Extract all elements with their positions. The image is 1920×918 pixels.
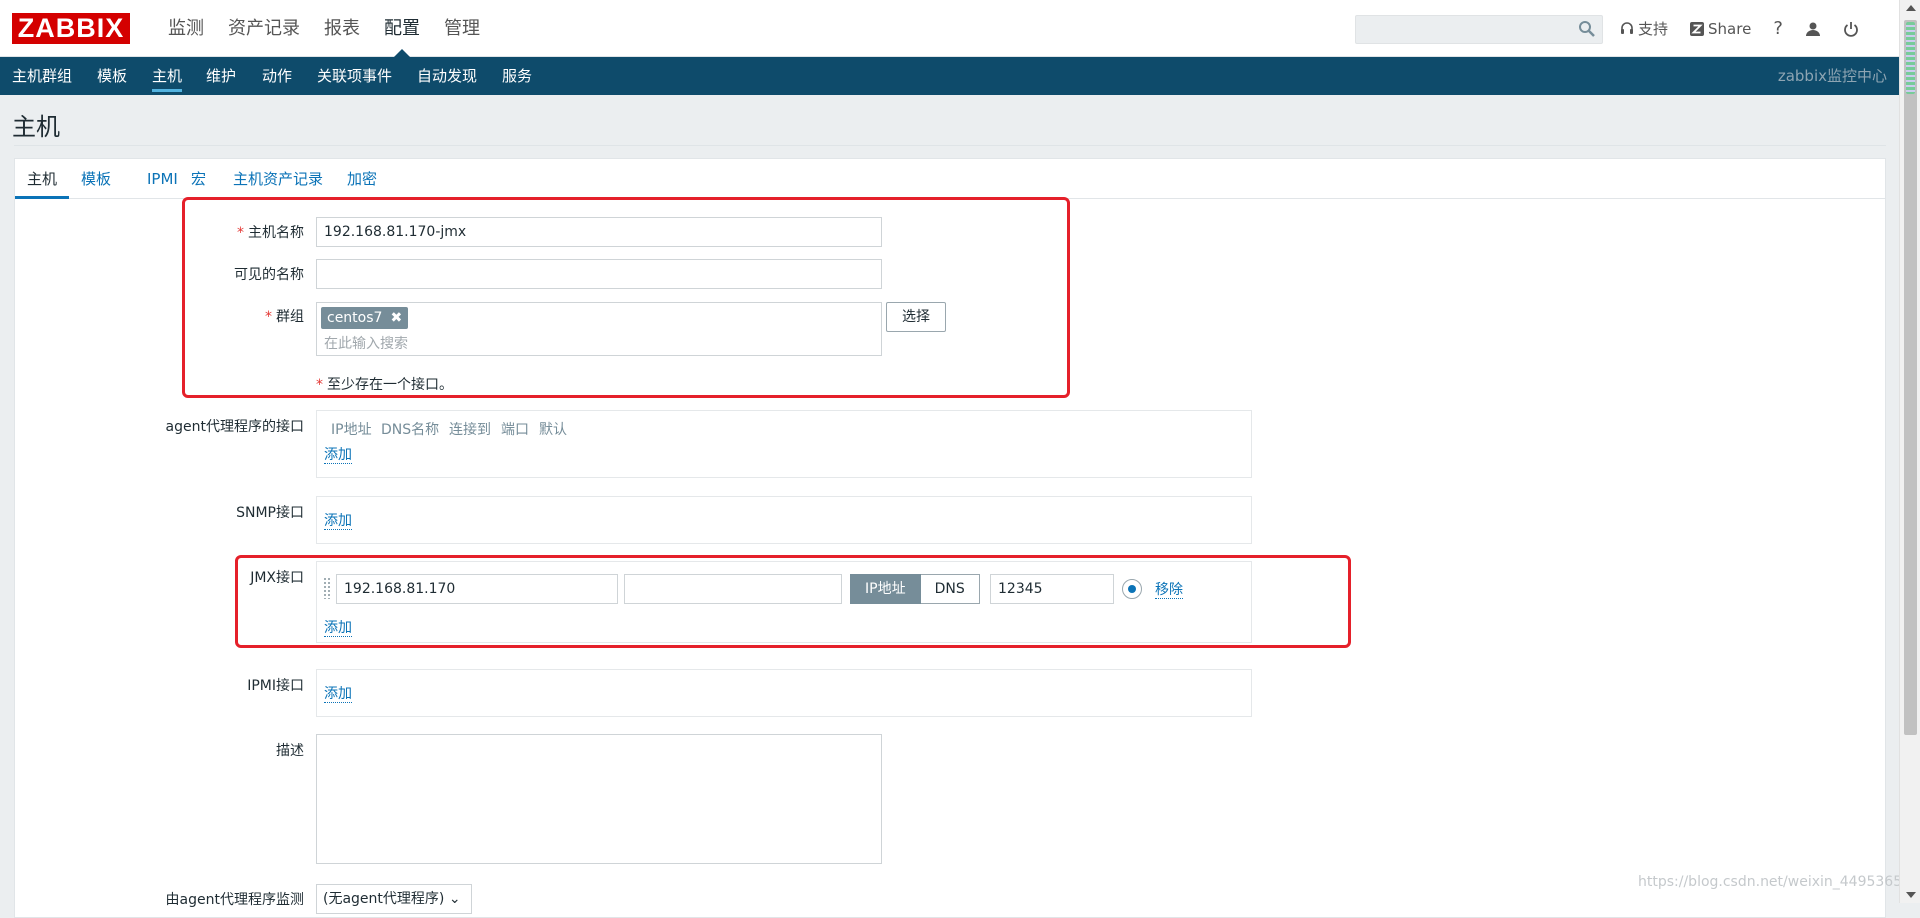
share-label: Share (1708, 19, 1752, 38)
ipmi-interface-box: 添加 (316, 669, 1252, 717)
page-title: 主机 (12, 113, 60, 141)
support-label: 支持 (1638, 20, 1669, 38)
title-divider (14, 145, 1886, 146)
agent-interface-box: IP地址 DNS名称 连接到 端口 默认 添加 (316, 410, 1252, 478)
ipmi-interface-label: IPMI接口 (247, 678, 304, 694)
share-link[interactable]: Share (1690, 20, 1751, 38)
add-agent-interface-link[interactable]: 添加 (324, 447, 352, 464)
annotation-highlight-jmx (235, 555, 1351, 648)
zabbix-logo[interactable]: ZABBIX (12, 13, 130, 44)
tab-host[interactable]: 主机 (15, 159, 70, 199)
menu-configuration[interactable]: 配置 (372, 0, 432, 57)
subnav-actions[interactable]: 动作 (262, 57, 292, 95)
tab-inventory[interactable]: 主机资产记录 (221, 159, 335, 199)
headset-icon (1621, 21, 1633, 34)
col-port: 端口 (501, 422, 529, 438)
snmp-interface-box: 添加 (316, 496, 1252, 544)
menu-reports[interactable]: 报表 (312, 0, 372, 57)
menu-inventory[interactable]: 资产记录 (216, 0, 312, 57)
top-links: 支持 Share ? (1620, 0, 1881, 57)
subnav-discovery[interactable]: 自动发现 (417, 57, 477, 95)
subnav-templates[interactable]: 模板 (97, 57, 127, 95)
menu-administration[interactable]: 管理 (432, 0, 492, 57)
description-label: 描述 (276, 743, 304, 759)
proxy-label: 由agent代理程序监测 (165, 892, 304, 908)
col-ip: IP地址 (331, 422, 372, 438)
scroll-indicator (1906, 22, 1915, 94)
power-logout-icon[interactable] (1843, 21, 1859, 37)
top-header: ZABBIX 监测 资产记录 报表 配置 管理 支持 Share ? (0, 0, 1899, 57)
support-link[interactable]: 支持 (1620, 18, 1668, 39)
subnav-maintenance[interactable]: 维护 (206, 57, 236, 95)
add-snmp-interface-link[interactable]: 添加 (324, 513, 352, 530)
tab-encryption[interactable]: 加密 (335, 159, 389, 199)
snmp-interface-label: SNMP接口 (236, 505, 304, 521)
subnav-correlation[interactable]: 关联项事件 (317, 57, 392, 95)
description-textarea[interactable] (316, 734, 882, 864)
watermark-text: https://blog.csdn.net/weixin_44953658 (1638, 874, 1912, 890)
main-menu: 监测 资产记录 报表 配置 管理 (156, 0, 492, 57)
scroll-up-icon[interactable] (1906, 5, 1916, 11)
col-connect: 连接到 (449, 422, 491, 438)
help-icon[interactable]: ? (1773, 18, 1783, 39)
tab-macros[interactable]: 宏 (179, 159, 218, 199)
secondary-nav: 主机群组 模板 主机 维护 动作 关联项事件 自动发现 服务 zabbix监控中… (0, 57, 1899, 95)
form-tabs: 主机 模板 IPMI 宏 主机资产记录 加密 (15, 159, 1885, 199)
menu-monitoring[interactable]: 监测 (156, 0, 216, 57)
proxy-select-value: (无agent代理程序) (323, 891, 445, 907)
tab-templates[interactable]: 模板 (69, 159, 123, 199)
proxy-select[interactable]: (无agent代理程序) ⌄ (316, 884, 472, 914)
col-dns: DNS名称 (381, 422, 440, 438)
subnav-hosts[interactable]: 主机 (152, 57, 183, 95)
agent-interface-label: agent代理程序的接口 (165, 419, 304, 435)
chevron-down-icon: ⌄ (448, 891, 461, 907)
col-default: 默认 (539, 422, 567, 438)
brand-label: zabbix监控中心 (1777, 67, 1887, 85)
user-profile-icon[interactable] (1805, 21, 1821, 37)
share-z-icon (1690, 21, 1705, 36)
search-input[interactable] (1355, 15, 1603, 44)
page-scrollbar[interactable] (1899, 0, 1920, 903)
add-ipmi-interface-link[interactable]: 添加 (324, 686, 352, 703)
annotation-highlight-basic (182, 197, 1070, 398)
subnav-host-groups[interactable]: 主机群组 (12, 57, 72, 95)
scroll-thumb[interactable] (1904, 20, 1917, 735)
subnav-services[interactable]: 服务 (502, 57, 532, 95)
search-icon[interactable] (1578, 20, 1596, 38)
scroll-down-icon[interactable] (1906, 892, 1916, 898)
